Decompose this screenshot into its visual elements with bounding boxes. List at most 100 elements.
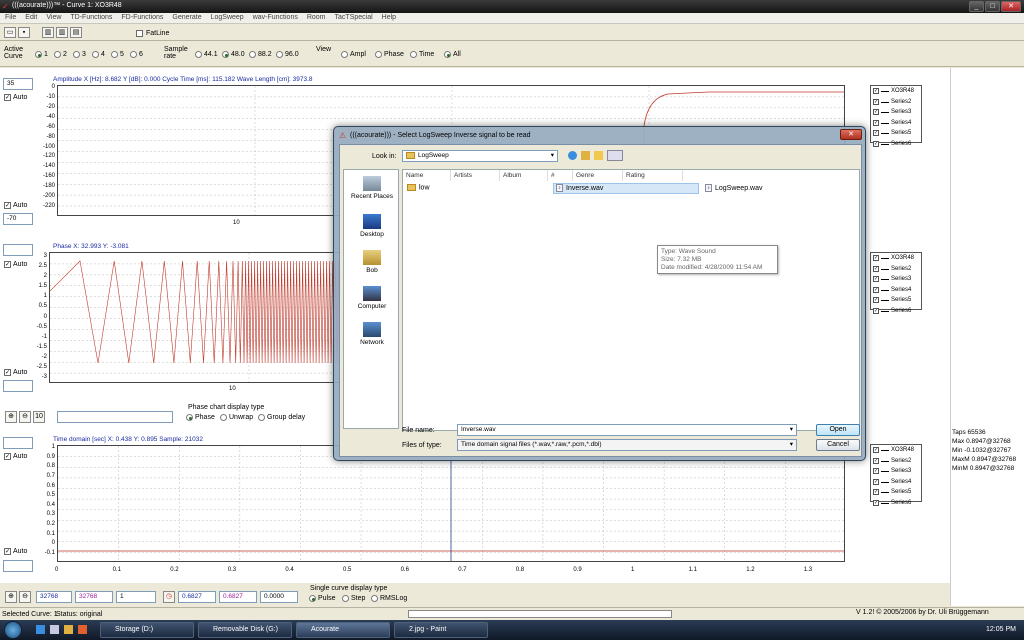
time-auto-checkbox[interactable]: ✓ [4,453,11,460]
legend-item[interactable]: ✓ XO3R48 [871,86,921,97]
legend-item[interactable]: ✓ Series5 [871,295,921,306]
phase-type-radio-unwrap[interactable] [220,414,227,421]
time-zoom-in-icon[interactable]: ⊕ [5,591,17,603]
menu-edit[interactable]: Edit [20,13,41,23]
legend-item[interactable]: ✓ Series5 [871,487,921,498]
view-radio-all[interactable] [444,51,451,58]
rate-radio-96-0[interactable] [276,51,283,58]
file-item-low[interactable]: low [407,184,430,191]
legend-checkbox[interactable]: ✓ [873,98,879,105]
curve-radio-3[interactable] [73,51,80,58]
new-folder-icon[interactable] [594,151,603,160]
place-bob[interactable]: Bob [344,250,400,274]
sample-end-field[interactable]: 32768 [75,591,113,603]
dialog-close-button[interactable]: ✕ [840,129,862,140]
legend-item[interactable]: ✓ Series3 [871,466,921,477]
phase-auto-checkbox[interactable]: ✓ [4,261,11,268]
views-menu-icon[interactable] [607,150,623,161]
legend-checkbox[interactable]: ✓ [873,130,879,136]
task-acourate[interactable]: Acourate [296,622,390,638]
back-icon[interactable] [568,151,577,160]
phase-bottom-value[interactable] [3,380,33,392]
place-computer[interactable]: Computer [344,286,400,310]
rate-radio-44-1[interactable] [195,51,202,58]
save-icon[interactable]: ▪ [18,27,30,38]
legend-item[interactable]: ✓ Series2 [871,97,921,108]
legend-checkbox[interactable]: ✓ [873,265,879,272]
clock-icon[interactable]: ◷ [163,591,175,603]
legend-item[interactable]: ✓ XO3R48 [871,445,921,456]
time-bottom-value[interactable] [3,560,33,572]
fatline-checkbox[interactable] [136,30,143,37]
quicklaunch-folder-icon[interactable] [64,625,73,634]
sample-step-field[interactable]: 1 [116,591,156,603]
view-radio-ampl[interactable] [341,51,348,58]
time-chart[interactable] [57,445,845,562]
legend-item[interactable]: ✓ Series4 [871,118,921,129]
menu-fd-functions[interactable]: FD-Functions [116,13,167,23]
curve-radio-6[interactable] [130,51,137,58]
legend-checkbox[interactable]: ✓ [873,499,879,506]
legend-checkbox[interactable]: ✓ [873,478,879,485]
legend-item[interactable]: ✓ Series6 [871,139,921,150]
legend-item[interactable]: ✓ XO3R48 [871,253,921,264]
column-album[interactable]: Album [500,170,548,181]
legend-item[interactable]: ✓ Series2 [871,264,921,275]
time-start-field[interactable]: 0.6827 [178,591,216,603]
time-end-field[interactable]: 0.6827 [219,591,257,603]
legend-checkbox[interactable]: ✓ [873,88,879,94]
phase-auto-checkbox-2[interactable]: ✓ [4,369,11,376]
legend-item[interactable]: ✓ Series5 [871,128,921,139]
amplitude-top-value[interactable]: 35 [3,78,33,90]
up-folder-icon[interactable] [581,151,590,160]
minimize-button[interactable]: _ [969,1,984,12]
menu-file[interactable]: File [0,13,20,23]
cancel-button[interactable]: Cancel [816,439,860,451]
quicklaunch-media-icon[interactable] [78,625,87,634]
close-button[interactable]: ✕ [1001,1,1021,12]
column-number[interactable]: # [548,170,573,181]
tool-icon-2[interactable]: ▥ [56,27,68,38]
phase-range-field[interactable] [57,411,173,423]
curve-radio-2[interactable] [54,51,61,58]
legend-checkbox[interactable]: ✓ [873,109,879,115]
legend-item[interactable]: ✓ Series4 [871,285,921,296]
legend-checkbox[interactable]: ✓ [873,489,879,495]
task-paint[interactable]: 2.jpg - Paint [394,622,488,638]
phase-type-radio-phase[interactable] [186,414,193,421]
legend-checkbox[interactable]: ✓ [873,255,879,261]
legend-checkbox[interactable]: ✓ [873,297,879,303]
maximize-button[interactable]: □ [985,1,1000,12]
phase-type-radio-group-delay[interactable] [258,414,265,421]
tool-icon-3[interactable]: ▤ [70,27,82,38]
column-artists[interactable]: Artists [451,170,500,181]
menu-tactspecial[interactable]: TacTSpecial [330,13,377,23]
menu-logsweep[interactable]: LogSweep [206,13,248,23]
menu-help[interactable]: Help [377,13,400,23]
column-name[interactable]: Name [403,170,451,181]
legend-item[interactable]: ✓ Series4 [871,477,921,488]
rate-radio-88-2[interactable] [249,51,256,58]
legend-item[interactable]: ✓ Series2 [871,456,921,467]
legend-checkbox[interactable]: ✓ [873,307,879,314]
open-button[interactable]: Open [816,424,860,436]
legend-checkbox[interactable]: ✓ [873,140,879,147]
file-item-logsweep[interactable]: ♪ LogSweep.wav [705,184,762,192]
legend-checkbox[interactable]: ✓ [873,457,879,464]
start-button[interactable] [4,621,22,639]
legend-checkbox[interactable]: ✓ [873,468,879,474]
display-radio-rmslog[interactable] [371,595,378,602]
curve-radio-4[interactable] [92,51,99,58]
amplitude-auto-checkbox-2[interactable]: ✓ [4,202,11,209]
display-radio-step[interactable] [342,595,349,602]
curve-radio-1[interactable] [35,51,42,58]
legend-checkbox[interactable]: ✓ [873,119,879,126]
time-auto-checkbox-2[interactable]: ✓ [4,548,11,555]
menu-room[interactable]: Room [302,13,330,23]
task-removable-disk[interactable]: Removable Disk (G:) [198,622,292,638]
legend-checkbox[interactable]: ✓ [873,276,879,282]
zoom-in-icon[interactable]: ⊕ [5,411,17,423]
time-delta-field[interactable]: 0.0000 [260,591,298,603]
menu-td-functions[interactable]: TD-Functions [65,13,116,23]
decade-button[interactable]: 10 [33,411,45,423]
